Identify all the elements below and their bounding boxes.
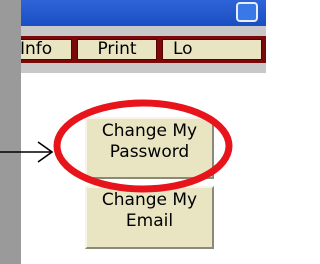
- change-password-line1: Change My: [101, 121, 198, 141]
- window-titlebar: [21, 0, 266, 26]
- change-password-line2: Password: [109, 142, 190, 162]
- screenshot: Info Print Lo Change My Password Change …: [0, 0, 266, 264]
- left-gutter: [0, 0, 21, 264]
- tab-info[interactable]: Info: [21, 39, 72, 60]
- change-password-button[interactable]: Change My Password: [85, 117, 214, 179]
- tab-print[interactable]: Print: [77, 39, 157, 60]
- nav-tab-strip: Info Print Lo: [21, 36, 266, 63]
- nav-bar: Info Print Lo: [21, 26, 266, 73]
- change-email-line1: Change My: [101, 190, 198, 210]
- tab-logout[interactable]: Lo: [162, 39, 262, 60]
- tab-info-label: Info: [21, 39, 53, 59]
- change-email-button[interactable]: Change My Email: [85, 186, 214, 249]
- tab-print-label: Print: [97, 39, 137, 59]
- change-email-line2: Email: [125, 211, 174, 231]
- tab-logout-label: Lo: [173, 39, 193, 59]
- main-content: Change My Password Change My Email: [21, 73, 266, 264]
- window-restore-icon[interactable]: [236, 2, 258, 22]
